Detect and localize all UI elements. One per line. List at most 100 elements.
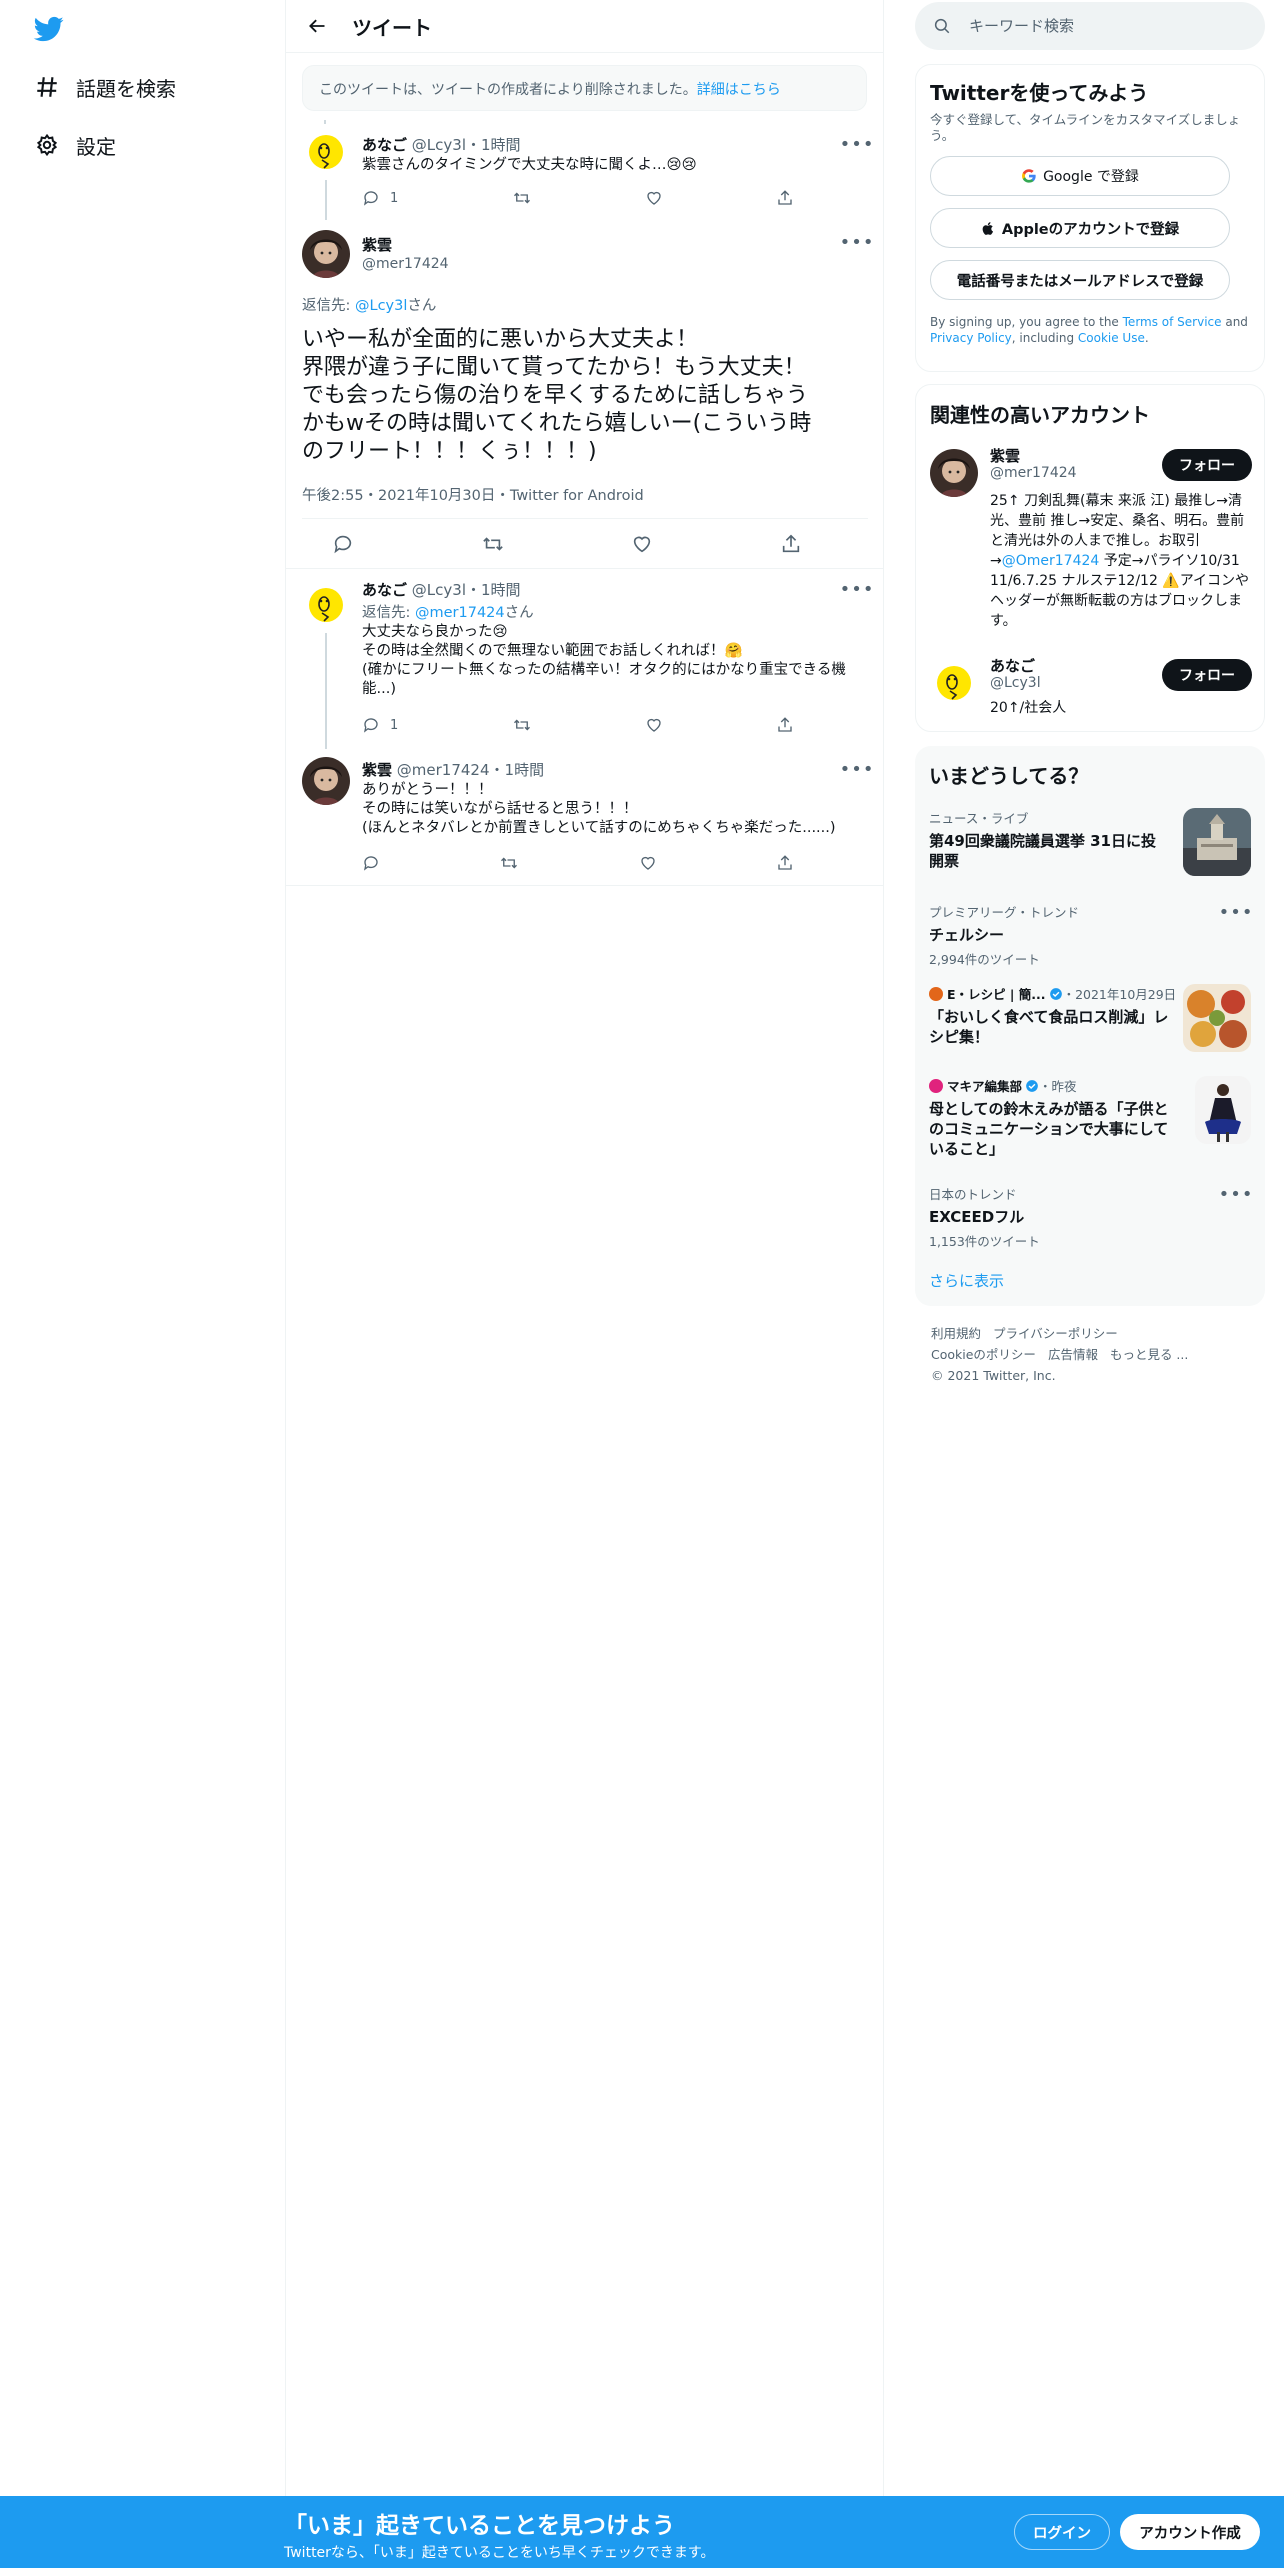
bio-mention-link[interactable]: @Omer17424 (1002, 553, 1100, 569)
search-box[interactable] (915, 2, 1265, 50)
like-button[interactable] (645, 716, 663, 734)
avatar[interactable] (302, 230, 350, 278)
follow-button[interactable]: フォロー (1162, 449, 1252, 481)
share-button[interactable] (776, 854, 794, 872)
signup-subtitle: 今すぐ登録して、タイムラインをカスタマイズしましょう。 (930, 112, 1241, 143)
author-name[interactable]: 紫雲 (362, 761, 392, 779)
tweet-reply[interactable]: あなご @Lcy3l・1時間 ••• 返信先: @mer17424さん 大丈夫な… (286, 569, 884, 749)
google-signup-button[interactable]: Google で登録 (930, 156, 1230, 196)
reply-button[interactable] (362, 854, 380, 872)
login-button[interactable]: ログイン (1014, 2514, 1110, 2550)
login-label: ログイン (1033, 2525, 1091, 2542)
account-card[interactable]: あなご @Lcy3l フォロー 20↑/社会人 (930, 655, 1252, 716)
trend-item[interactable]: E・レシピ | 簡... ・2021年10月29日 「おいしく食べて食品ロス削減… (929, 984, 1251, 1054)
avatar[interactable] (302, 757, 350, 805)
footer-link[interactable]: プライバシーポリシー (993, 1326, 1118, 1341)
trend-item[interactable]: 日本のトレンド EXCEEDフル 1,153件のツイート ••• (929, 1184, 1253, 1250)
relevant-accounts-panel: 関連性の高いアカウント 紫雲 @mer17424 フォロー 25↑ 刀剣乱舞(幕… (915, 384, 1265, 732)
follow-label: フォロー (1179, 668, 1235, 684)
more-options-icon[interactable]: ••• (840, 759, 874, 780)
author-handle[interactable]: @Lcy3l (412, 581, 466, 599)
apple-icon (981, 220, 996, 237)
tweet-reply[interactable]: 紫雲 @mer17424・1時間 ••• ありがとうー！！！ その時には笑いなが… (286, 749, 884, 885)
learn-more-link[interactable]: 詳細はこちら (697, 82, 781, 98)
reply-count: 1 (390, 190, 399, 206)
google-signup-label: Google で登録 (1043, 169, 1139, 185)
like-button[interactable] (639, 854, 657, 872)
account-card[interactable]: 紫雲 @mer17424 フォロー 25↑ 刀剣乱舞(幕末 来派 江) 最推し→… (930, 445, 1252, 635)
apple-signup-button[interactable]: Appleのアカウントで登録 (930, 208, 1230, 248)
follow-button[interactable]: フォロー (1162, 659, 1252, 691)
tweet-text-line: のフリート！！！くぅ！！！) (302, 439, 597, 464)
more-options-icon[interactable]: ••• (1219, 1184, 1253, 1205)
author-name[interactable]: あなご (362, 136, 407, 154)
reply-button[interactable]: 1 (362, 716, 398, 734)
reply-to-mention[interactable]: @mer17424 (415, 605, 505, 621)
avatar[interactable] (302, 581, 350, 629)
share-button[interactable] (780, 533, 802, 555)
like-button[interactable] (645, 189, 663, 207)
more-options-icon[interactable]: ••• (1219, 902, 1253, 923)
avatar[interactable] (302, 128, 350, 176)
more-options-icon[interactable]: ••• (840, 579, 874, 600)
avatar[interactable] (930, 659, 978, 707)
tweet-time[interactable]: 1時間 (481, 136, 521, 154)
nav-explore[interactable]: 話題を検索 (30, 67, 176, 107)
like-button[interactable] (631, 533, 653, 555)
footer-link[interactable]: 広告情報 (1048, 1347, 1098, 1362)
account-handle[interactable]: @Lcy3l (990, 675, 1041, 691)
footer-link[interactable]: 利用規約 (931, 1326, 981, 1341)
share-button[interactable] (776, 716, 794, 734)
share-button[interactable] (776, 189, 794, 207)
retweet-button[interactable] (499, 854, 519, 872)
footer: 利用規約 プライバシーポリシー Cookieのポリシー 広告情報 もっと見る ... … (931, 1323, 1261, 1386)
footer-link[interactable]: もっと見る ... (1110, 1347, 1188, 1362)
account-name[interactable]: 紫雲 (990, 445, 1020, 466)
more-options-icon[interactable]: ••• (840, 134, 874, 155)
terms-of-service-link[interactable]: Terms of Service (1123, 315, 1222, 329)
search-input[interactable] (969, 17, 1239, 35)
footer-link[interactable]: Cookieのポリシー (931, 1347, 1036, 1362)
trend-item[interactable]: マキア編集部 ・昨夜 母としての鈴木えみが語る「子供とのコミュニケーションで大事… (929, 1076, 1251, 1158)
retweet-button[interactable] (512, 189, 532, 207)
tweet-text-line: 大丈夫なら良かった😢 (362, 624, 508, 640)
create-account-button[interactable]: アカウント作成 (1120, 2514, 1260, 2550)
tweet-timestamp[interactable]: 午後2:55・2021年10月30日・Twitter for Android (302, 484, 644, 505)
reply-button[interactable] (332, 533, 354, 555)
trend-item[interactable]: ニュース・ライブ 第49回衆議院議員選挙 31日に投開票 (929, 808, 1251, 878)
privacy-policy-link[interactable]: Privacy Policy (930, 331, 1012, 345)
nav-settings[interactable]: 設定 (30, 125, 116, 165)
tweet-time[interactable]: 1時間 (481, 581, 521, 599)
follow-label: フォロー (1179, 458, 1235, 474)
author-name[interactable]: あなご (362, 581, 407, 599)
google-icon (1021, 168, 1037, 184)
trend-title: 第49回衆議院議員選挙 31日に投開票 (929, 832, 1156, 870)
author-name[interactable]: 紫雲 (362, 236, 392, 254)
relevant-title: 関連性の高いアカウント (930, 403, 1150, 427)
retweet-button[interactable] (512, 716, 532, 734)
author-handle[interactable]: @Lcy3l (412, 136, 466, 154)
reply-to-suffix: さん (407, 298, 437, 314)
retweet-button[interactable] (481, 533, 505, 555)
author-handle[interactable]: @mer17424 (362, 256, 449, 272)
tweet-parent[interactable]: あなご @Lcy3l・1時間 ••• 紫雲さんのタイミングで大丈夫な時に聞くよ…… (286, 120, 884, 220)
show-more-link[interactable]: さらに表示 (929, 1270, 1004, 1291)
account-name[interactable]: あなご (990, 655, 1035, 676)
more-options-icon[interactable]: ••• (840, 232, 874, 253)
cookie-use-link[interactable]: Cookie Use (1078, 331, 1145, 345)
trend-item[interactable]: プレミアリーグ・トレンド チェルシー 2,994件のツイート ••• (929, 902, 1253, 968)
trend-thumbnail (1195, 1076, 1251, 1144)
phone-email-signup-button[interactable]: 電話番号またはメールアドレスで登録 (930, 260, 1230, 300)
signup-title: Twitterを使ってみよう (930, 81, 1149, 105)
back-arrow-icon[interactable] (300, 9, 334, 43)
tweet-time[interactable]: 1時間 (505, 761, 545, 779)
bottom-bar-subtitle: Twitterなら、「いま」起きていることをいち早くチェックできます。 (284, 2545, 715, 2561)
tweet-text: 紫雲さんのタイミングで大丈夫な時に聞くよ…😢😢 (362, 157, 697, 173)
account-handle[interactable]: @mer17424 (990, 465, 1077, 481)
reply-to-mention[interactable]: @Lcy3l (355, 298, 407, 314)
author-handle[interactable]: @mer17424 (397, 761, 490, 779)
reply-to-line: 返信先: @Lcy3lさん (302, 294, 436, 315)
reply-button[interactable]: 1 (362, 189, 398, 207)
twitter-bird-logo[interactable] (32, 14, 66, 44)
avatar[interactable] (930, 449, 978, 497)
